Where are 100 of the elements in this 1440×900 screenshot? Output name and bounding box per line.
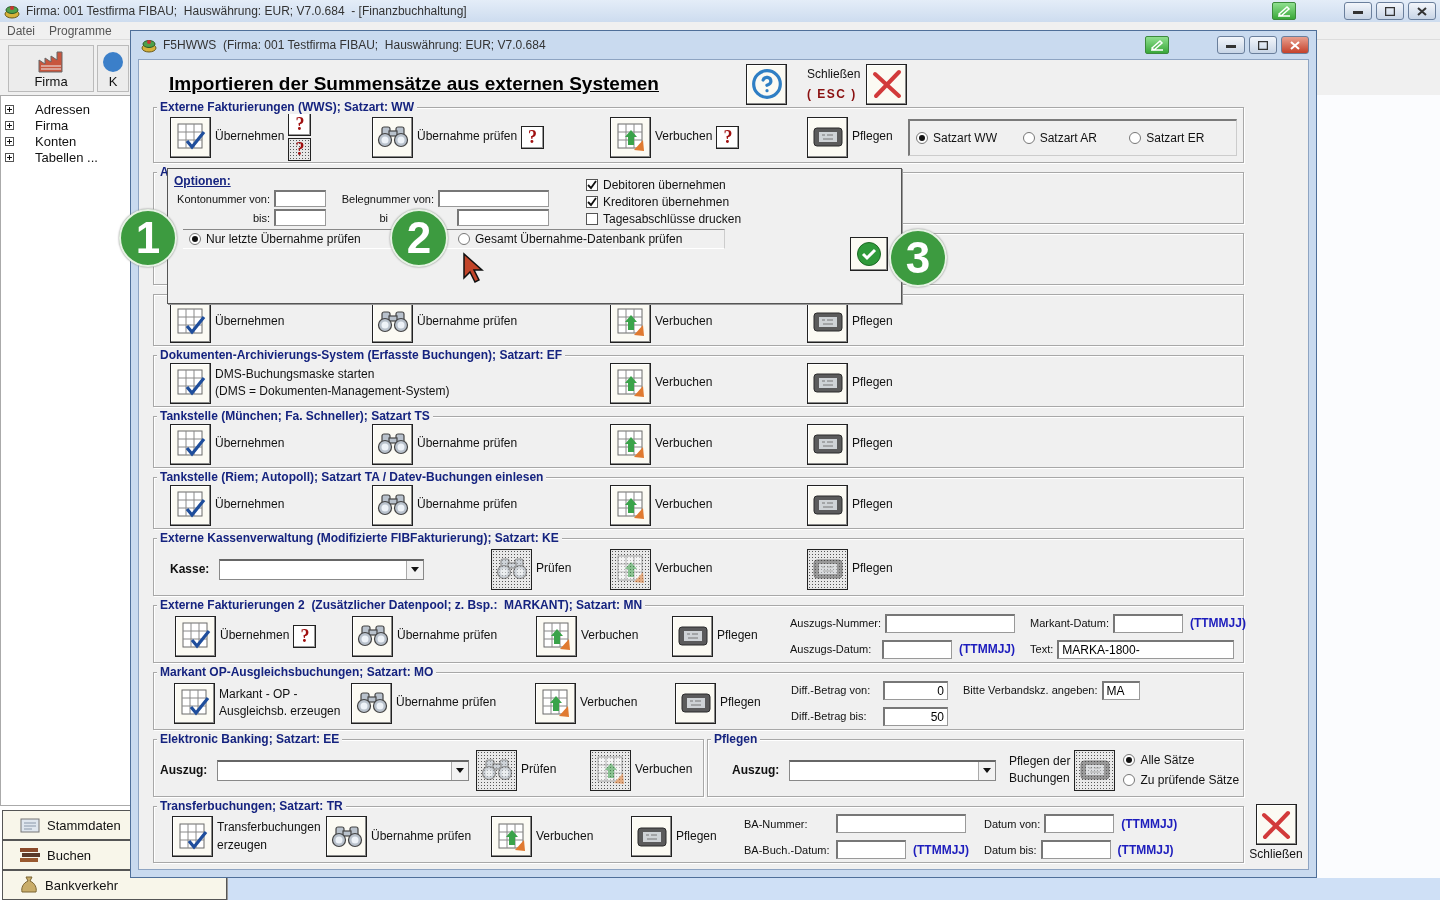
- preview-button[interactable]: [372, 423, 413, 465]
- radio-icon[interactable]: [458, 233, 470, 245]
- dropdown-field[interactable]: [219, 558, 425, 580]
- expand-icon[interactable]: [5, 120, 14, 130]
- maximize-button[interactable]: [1249, 36, 1277, 54]
- radio-icon[interactable]: [1022, 131, 1035, 144]
- tree-item[interactable]: Adressen: [35, 101, 90, 117]
- tree-item[interactable]: Konten: [35, 133, 77, 149]
- expand-icon[interactable]: [5, 136, 14, 146]
- radio-icon[interactable]: [189, 233, 201, 245]
- radio-button[interactable]: Gesamt Übernahme-Datenbank prüfen: [458, 232, 683, 246]
- maintain-button[interactable]: [807, 362, 848, 404]
- checkbox[interactable]: Tagesabschlüsse drucken: [586, 212, 901, 226]
- post-button[interactable]: [491, 816, 532, 857]
- accept-button[interactable]: [170, 484, 211, 526]
- radio-button[interactable]: Zu prüfende Sätze: [1123, 773, 1240, 787]
- options-title: Optionen:: [174, 174, 231, 188]
- preview-button[interactable]: [352, 615, 393, 657]
- help-button[interactable]: ?: [521, 125, 545, 149]
- toolbar-button[interactable]: K: [97, 45, 129, 92]
- accept-button[interactable]: [170, 362, 211, 404]
- accept-button[interactable]: [170, 116, 211, 158]
- menu-item[interactable]: Programme: [49, 23, 112, 38]
- input-field[interactable]: [1044, 814, 1115, 833]
- input-field[interactable]: MA: [1101, 680, 1140, 700]
- post-button[interactable]: [610, 484, 651, 526]
- preview-button[interactable]: [372, 116, 413, 158]
- input-field[interactable]: 0: [883, 680, 948, 700]
- post-button[interactable]: [610, 362, 651, 404]
- help-button[interactable]: ?: [288, 113, 312, 136]
- close-button[interactable]: [1255, 804, 1297, 845]
- maintain-button[interactable]: [675, 682, 716, 724]
- maintain-button[interactable]: [807, 484, 848, 526]
- radio-button[interactable]: Satzart ER: [1129, 130, 1236, 145]
- action-label: Pflegen: [720, 694, 761, 712]
- minimize-button[interactable]: [1344, 2, 1372, 20]
- radio-icon[interactable]: [916, 131, 928, 144]
- post-button[interactable]: [610, 423, 651, 465]
- help-button[interactable]: ?: [293, 624, 317, 648]
- input-field[interactable]: [457, 209, 549, 226]
- accept-button[interactable]: [172, 816, 213, 857]
- maintain-button[interactable]: [672, 615, 713, 657]
- maintain-button[interactable]: [807, 116, 848, 158]
- action-label: Pflegen: [852, 374, 893, 392]
- post-button[interactable]: [536, 615, 577, 657]
- close-button[interactable]: [1408, 2, 1436, 20]
- input-field[interactable]: [836, 840, 906, 859]
- preview-button[interactable]: [372, 484, 413, 526]
- preview-button[interactable]: [326, 816, 367, 857]
- minimize-button[interactable]: [1217, 36, 1245, 54]
- title-tool-button[interactable]: [1272, 2, 1296, 20]
- dropdown-field[interactable]: [789, 759, 997, 781]
- checkbox[interactable]: Kreditoren übernehmen: [586, 195, 901, 209]
- radio-button[interactable]: Satzart AR: [1022, 130, 1130, 145]
- toolbar-button[interactable]: Firma: [8, 45, 94, 92]
- post-button[interactable]: [535, 682, 576, 724]
- table-arrow-icon: [615, 490, 646, 520]
- menu-item[interactable]: Datei: [7, 23, 35, 38]
- accept-button[interactable]: [175, 615, 216, 657]
- dropdown-field[interactable]: [217, 759, 470, 781]
- input-field[interactable]: [274, 209, 326, 226]
- radio-icon[interactable]: [1129, 131, 1142, 144]
- radio-icon[interactable]: [1123, 774, 1136, 786]
- action-label: Pflegen: [852, 435, 893, 453]
- device-icon: [812, 493, 843, 517]
- post-button[interactable]: [610, 116, 651, 158]
- input-field[interactable]: [885, 613, 1016, 633]
- radio-button[interactable]: Satzart WW: [916, 130, 1023, 145]
- help-button[interactable]: [746, 63, 787, 105]
- table-arrow-icon: [615, 122, 646, 152]
- checkbox[interactable]: Debitoren übernehmen: [586, 178, 901, 192]
- action-label: Pflegen der Buchungen: [1009, 752, 1071, 787]
- radio-icon[interactable]: [1123, 754, 1136, 766]
- input-field[interactable]: [438, 190, 549, 207]
- input-field[interactable]: MARKA-1800-: [1057, 639, 1235, 659]
- books-icon: [19, 846, 41, 864]
- input-field[interactable]: [274, 190, 326, 207]
- expand-icon[interactable]: [5, 104, 14, 114]
- maintain-button[interactable]: [807, 423, 848, 465]
- ok-button[interactable]: [850, 237, 888, 271]
- tree-item[interactable]: Firma: [35, 117, 69, 133]
- accept-button[interactable]: [170, 423, 211, 465]
- action-label: Verbuchen: [536, 827, 594, 845]
- accept-button[interactable]: [174, 682, 215, 724]
- input-field[interactable]: [882, 639, 952, 659]
- radio-button[interactable]: Alle Sätze: [1123, 753, 1240, 767]
- restore-button[interactable]: [1376, 2, 1404, 20]
- help-button[interactable]: ?: [716, 125, 740, 149]
- minimize-icon: [1226, 42, 1236, 48]
- input-field[interactable]: [1040, 840, 1111, 859]
- expand-icon[interactable]: [5, 152, 14, 162]
- preview-button[interactable]: [351, 682, 392, 724]
- tree-item[interactable]: Tabellen ...: [35, 149, 98, 165]
- input-field[interactable]: [836, 814, 966, 833]
- title-tool-button[interactable]: [1145, 36, 1169, 54]
- close-button[interactable]: [866, 63, 908, 105]
- input-field[interactable]: 50: [883, 706, 948, 726]
- input-field[interactable]: [1112, 613, 1183, 633]
- maintain-button[interactable]: [631, 816, 672, 857]
- binoculars-icon: [480, 759, 513, 781]
